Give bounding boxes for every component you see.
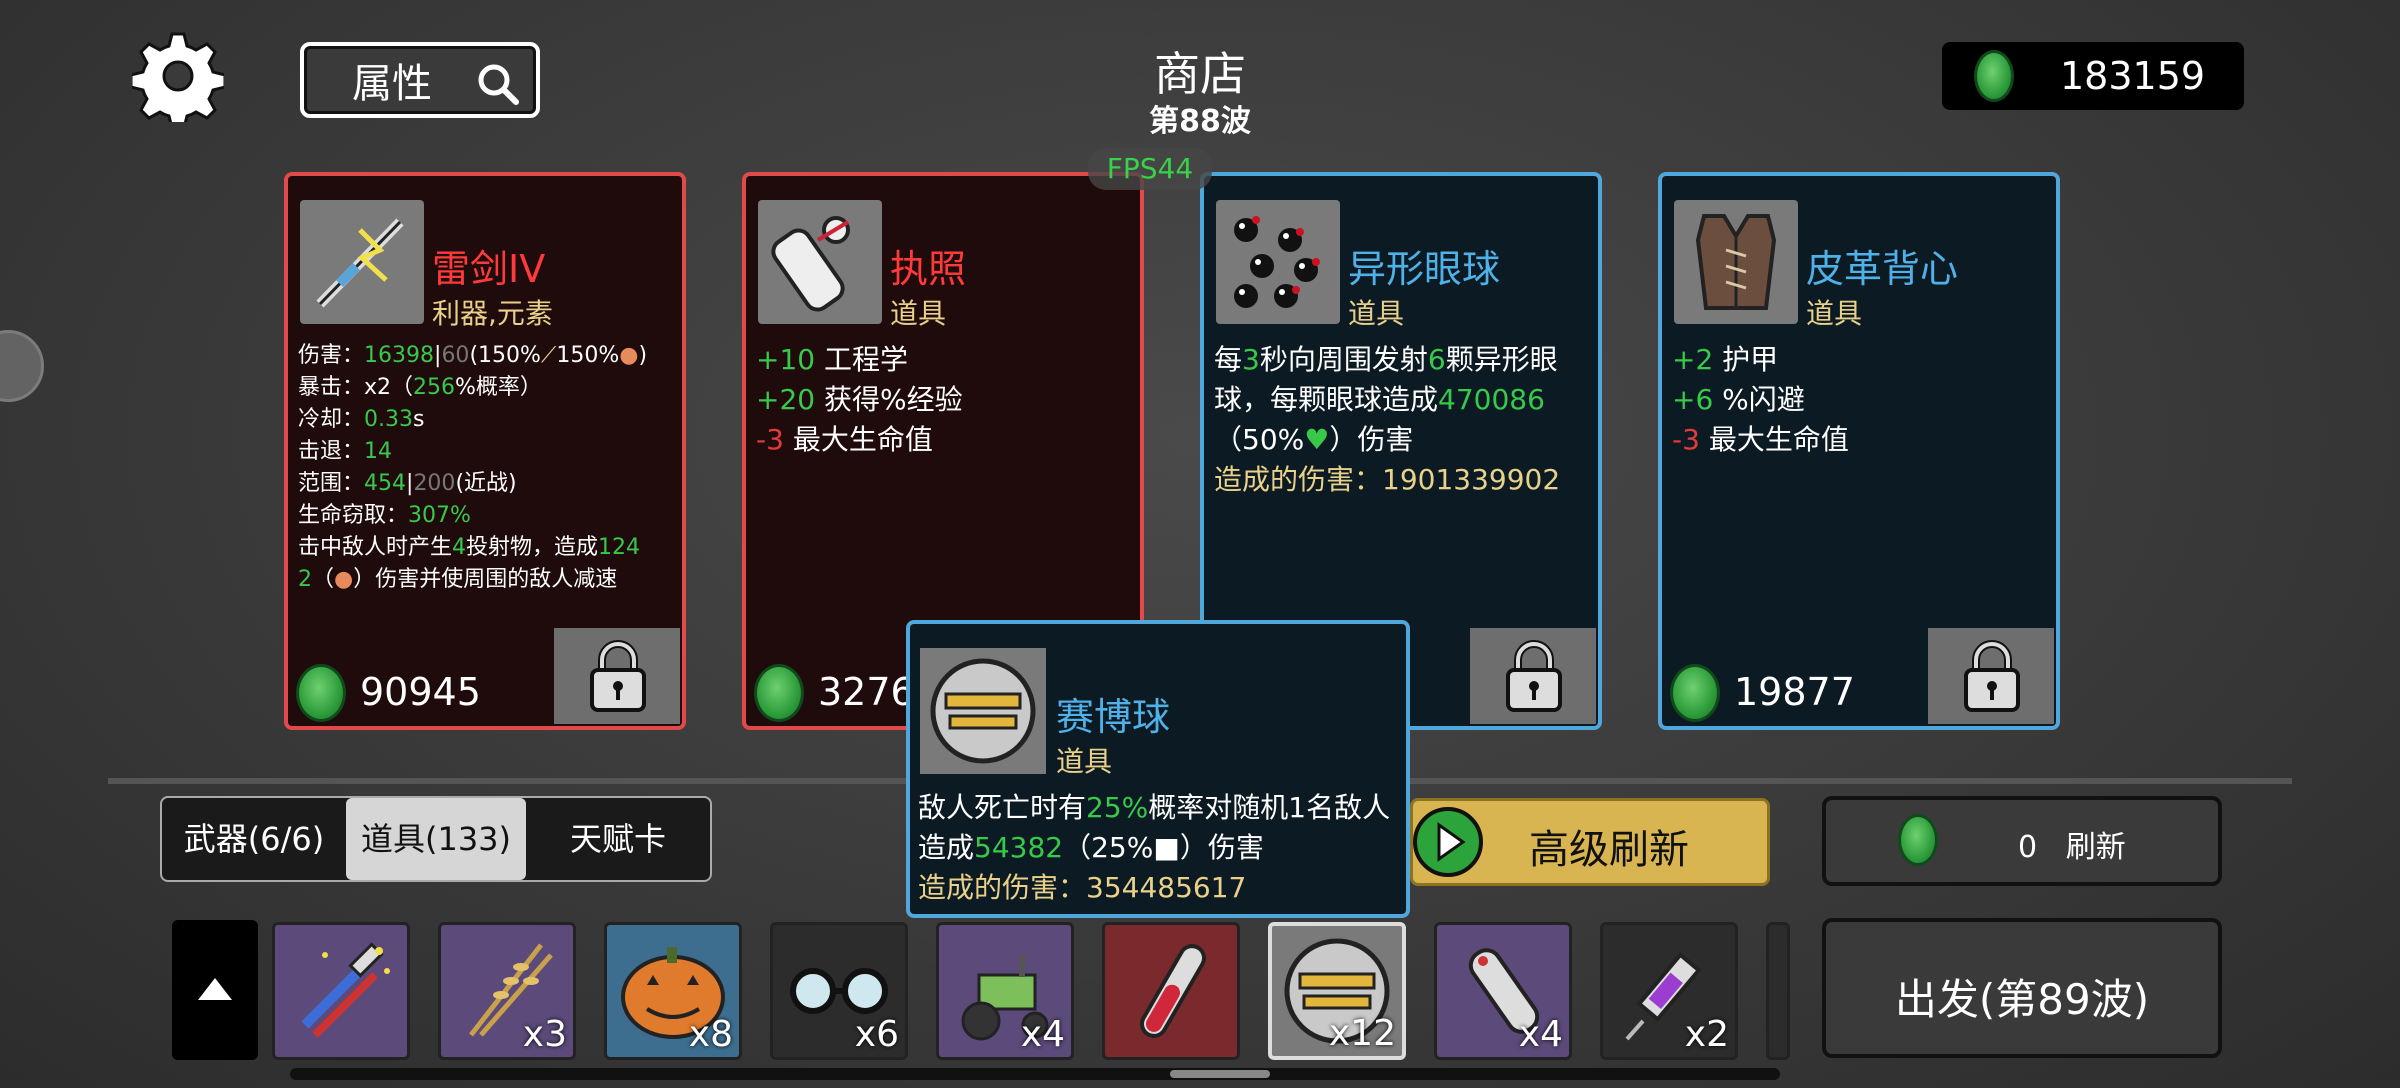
page-title: 商店 <box>1154 47 1246 101</box>
side-badge[interactable] <box>0 330 44 402</box>
shop-card-1[interactable]: 雷剑IV 利器,元素 伤害：16398|60(150%⟋150%●) 暴击：x2… <box>284 172 686 730</box>
tooltip-item-name: 赛博球 <box>1056 695 1171 739</box>
coin-icon <box>1670 664 1720 722</box>
dice-icon: ■ <box>1153 831 1180 864</box>
shop-card-4[interactable]: 皮革背心 道具 +2 护甲 +6 %闪避 -3 最大生命值 19877 <box>1658 172 2060 730</box>
refresh-label: 0 刷新 <box>2018 830 2126 865</box>
search-icon <box>478 64 519 105</box>
blade-icon: ⟋ <box>540 343 557 368</box>
item-stats: 每3秒向周围发射6颗异形眼球，每颗眼球造成470086（50%♥）伤害 造成的伤… <box>1214 340 1592 500</box>
test-tube-icon <box>1140 944 1206 1038</box>
item-count: x4 <box>1518 1014 1563 1055</box>
item-count: x8 <box>688 1014 733 1055</box>
item-stats: +2 护甲 +6 %闪避 -3 最大生命值 <box>1672 343 1849 456</box>
alien-eyes-icon <box>1216 200 1340 324</box>
expand-inventory-button[interactable] <box>172 920 258 1060</box>
depart-label: 出发(第89波) <box>1894 975 2150 1024</box>
item-name: 异形眼球 <box>1348 247 1501 291</box>
fps-counter: FPS44 <box>1088 148 1212 190</box>
coin-icon <box>754 664 804 722</box>
refresh-button[interactable]: 0 刷新 <box>1822 796 2222 886</box>
lock-icon <box>590 640 646 712</box>
tools-icon <box>301 942 390 1038</box>
search-label: 属性 <box>352 61 432 107</box>
cyber-ball-icon <box>920 648 1046 774</box>
item-count: x6 <box>854 1014 899 1055</box>
fire-icon: ● <box>619 343 639 368</box>
tab-items[interactable]: 道具(133) <box>346 798 526 880</box>
gear-icon <box>129 32 227 130</box>
inventory-slot[interactable] <box>272 922 410 1060</box>
wave-label: 第88波 <box>1149 104 1251 139</box>
depart-button[interactable]: 出发(第89波) <box>1822 918 2222 1058</box>
item-count: x4 <box>1020 1014 1065 1055</box>
item-tooltip: 赛博球 道具 敌人死亡时有25%概率对随机1名敌人造成54382（25%■）伤害… <box>906 620 1410 918</box>
heart-icon: ♥ <box>1304 423 1330 456</box>
inventory-slot[interactable]: x6 <box>770 922 908 1060</box>
lightning-sword-icon <box>300 200 424 324</box>
play-icon <box>1413 807 1483 877</box>
item-price: 90945 <box>360 670 481 714</box>
attribute-search-button[interactable]: 属性 <box>300 42 540 118</box>
inventory-slot-selected[interactable]: x12 <box>1268 922 1406 1060</box>
inventory-scrollbar[interactable] <box>290 1068 1780 1080</box>
item-count: x3 <box>522 1014 567 1055</box>
item-price: 19877 <box>1734 670 1855 714</box>
scroll-icon <box>758 200 882 324</box>
coin-icon <box>1898 814 1938 866</box>
item-category: 道具 <box>1348 297 1405 330</box>
item-category: 利器,元素 <box>432 297 553 330</box>
lock-button[interactable] <box>1928 628 2054 724</box>
item-category: 道具 <box>890 297 947 330</box>
item-category: 道具 <box>1806 297 1863 330</box>
inventory-slot-partial[interactable] <box>1766 922 1790 1060</box>
fire-icon: ● <box>334 567 354 592</box>
money-amount: 183159 <box>2060 54 2206 98</box>
advanced-refresh-label: 高级刷新 <box>1529 827 1689 873</box>
inventory-slot[interactable]: x4 <box>936 922 1074 1060</box>
item-stats: 伤害：16398|60(150%⟋150%●) 暴击：x2（256%概率） 冷却… <box>298 343 648 592</box>
lock-icon <box>1506 640 1562 712</box>
item-price: 3276 <box>818 670 915 714</box>
item-name: 执照 <box>890 247 967 291</box>
advanced-refresh-button[interactable]: 高级刷新 <box>1410 798 1770 886</box>
damage-dealt: 造成的伤害：1901339902 <box>1214 463 1561 496</box>
tooltip-description: 敌人死亡时有25%概率对随机1名敌人造成54382（25%■）伤害 造成的伤害：… <box>918 788 1400 908</box>
chevron-up-icon <box>198 978 232 1000</box>
item-count: x12 <box>1328 1013 1396 1054</box>
item-name: 皮革背心 <box>1806 247 1959 291</box>
lock-icon <box>1964 640 2020 712</box>
inventory-slot[interactable]: x3 <box>438 922 576 1060</box>
inventory-slot[interactable]: x4 <box>1434 922 1572 1060</box>
tooltip-damage-dealt: 造成的伤害：354485617 <box>918 871 1247 904</box>
tooltip-item-category: 道具 <box>1056 745 1113 778</box>
coin-icon <box>1974 50 2014 102</box>
settings-button[interactable] <box>129 30 227 130</box>
category-tabs: 武器(6/6) 道具(133) 天赋卡 <box>160 796 712 882</box>
inventory-slot[interactable]: x2 <box>1600 922 1738 1060</box>
item-count: x2 <box>1684 1014 1729 1055</box>
tab-weapons[interactable]: 武器(6/6) <box>162 798 346 880</box>
money-display: 183159 <box>1942 42 2244 110</box>
leather-vest-icon <box>1674 200 1798 324</box>
inventory-slot[interactable] <box>1102 922 1240 1060</box>
lock-button[interactable] <box>1470 628 1596 724</box>
lock-button[interactable] <box>554 628 680 724</box>
tab-talent-cards[interactable]: 天赋卡 <box>526 798 710 880</box>
inventory-slot[interactable]: x8 <box>604 922 742 1060</box>
scrollbar-thumb[interactable] <box>1170 1070 1270 1078</box>
item-name: 雷剑IV <box>432 247 546 291</box>
coin-icon <box>296 664 346 722</box>
item-stats: +10 工程学 +20 获得%经验 -3 最大生命值 <box>756 343 963 456</box>
